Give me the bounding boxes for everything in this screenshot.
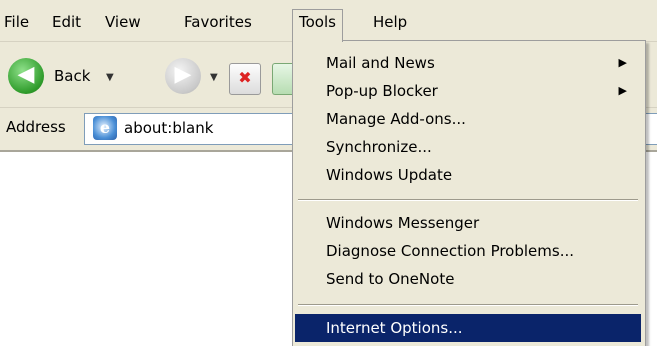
submenu-arrow-icon: ▶ — [618, 56, 627, 69]
menu-item-label: Windows Messenger — [326, 214, 480, 232]
back-arrow-icon: ◀ — [8, 58, 44, 94]
menu-item-send-to-onenote[interactable]: Send to OneNote — [295, 265, 641, 293]
address-label: Address — [6, 118, 66, 136]
back-label: Back — [54, 67, 91, 85]
menu-item-label: Synchronize... — [326, 138, 432, 156]
menu-help-label: Help — [373, 13, 408, 31]
chevron-down-icon[interactable]: ▼ — [106, 72, 114, 83]
chevron-down-icon[interactable]: ▼ — [210, 72, 218, 83]
menu-tools[interactable]: Tools — [292, 9, 343, 42]
stop-icon: ✖ — [238, 68, 252, 87]
menu-item-label: Windows Update — [326, 166, 453, 184]
address-value: about:blank — [124, 119, 214, 137]
menu-item-label: Pop-up Blocker — [326, 82, 438, 100]
menu-file[interactable]: File — [4, 11, 29, 33]
menu-item-synchronize[interactable]: Synchronize... — [295, 133, 641, 161]
menu-item-label: Mail and News — [326, 54, 435, 72]
menu-item-label: Manage Add-ons... — [326, 110, 466, 128]
back-button[interactable]: ◀ Back ▼ — [8, 58, 128, 98]
menu-help[interactable]: Help — [373, 11, 407, 33]
menu-item-label: Internet Options... — [326, 319, 463, 337]
menu-view-label: View — [105, 13, 141, 31]
menu-edit[interactable]: Edit — [52, 11, 81, 33]
menu-item-internet-options[interactable]: Internet Options... — [295, 314, 641, 342]
menu-item-windows-messenger[interactable]: Windows Messenger — [295, 209, 641, 237]
menu-view[interactable]: View — [105, 11, 141, 33]
menu-item-diagnose-connection[interactable]: Diagnose Connection Problems... — [295, 237, 641, 265]
menu-item-label: Send to OneNote — [326, 270, 455, 288]
ie-page-icon: e — [93, 116, 117, 140]
tools-dropdown-menu: Mail and News ▶ Pop-up Blocker ▶ Manage … — [292, 40, 646, 346]
menu-tools-label: Tools — [299, 13, 336, 31]
menu-item-manage-add-ons[interactable]: Manage Add-ons... — [295, 105, 641, 133]
stop-button[interactable]: ✖ — [229, 63, 261, 95]
menu-edit-label: Edit — [52, 13, 82, 31]
menu-file-label: File — [4, 13, 30, 31]
menu-favorites[interactable]: Favorites — [184, 11, 252, 33]
forward-arrow-icon: ▶ — [165, 58, 201, 94]
menu-item-label: Diagnose Connection Problems... — [326, 242, 575, 260]
menu-separator — [298, 304, 638, 306]
forward-button[interactable]: ▶ ▼ — [165, 58, 225, 98]
menu-separator — [298, 199, 638, 201]
menu-item-windows-update[interactable]: Windows Update — [295, 161, 641, 189]
submenu-arrow-icon: ▶ — [618, 84, 627, 97]
menu-bar: File Edit View Favorites Tools Help — [0, 0, 657, 42]
menu-item-popup-blocker[interactable]: Pop-up Blocker ▶ — [295, 77, 641, 105]
menu-favorites-label: Favorites — [184, 13, 252, 31]
menu-item-mail-and-news[interactable]: Mail and News ▶ — [295, 49, 641, 77]
